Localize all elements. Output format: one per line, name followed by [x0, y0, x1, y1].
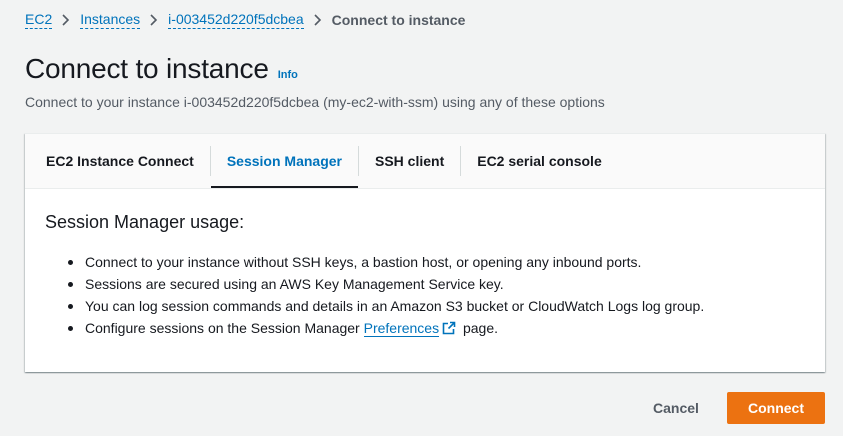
breadcrumb-current: Connect to instance — [331, 12, 466, 28]
tab-ec2-serial-console[interactable]: EC2 serial console — [461, 134, 618, 188]
tab-session-manager[interactable]: Session Manager — [210, 134, 359, 188]
list-item: You can log session commands and details… — [65, 295, 805, 317]
tab-ec2-instance-connect[interactable]: EC2 Instance Connect — [30, 134, 210, 188]
page-title: Connect to instance — [25, 53, 269, 84]
breadcrumb-instances[interactable]: Instances — [80, 11, 141, 29]
breadcrumb-instance-id[interactable]: i-003452d220f5dcbea — [168, 11, 304, 29]
info-link[interactable]: Info — [278, 69, 298, 81]
chevron-right-icon — [140, 14, 168, 26]
tab-ssh-client[interactable]: SSH client — [359, 134, 460, 188]
breadcrumb: EC2 Instances i-003452d220f5dcbea Connec… — [25, 11, 465, 29]
usage-list: Connect to your instance without SSH key… — [45, 251, 805, 341]
list-item-prefix: Configure sessions on the Session Manage… — [85, 320, 364, 336]
external-link-icon[interactable] — [442, 319, 456, 341]
list-item-suffix: page. — [459, 320, 499, 336]
page-header: Connect to instance Info — [25, 53, 298, 85]
connect-button[interactable]: Connect — [727, 392, 825, 424]
page: EC2 Instances i-003452d220f5dcbea Connec… — [0, 0, 843, 436]
session-manager-content: Session Manager usage: Connect to your i… — [25, 189, 825, 341]
connect-panel: EC2 Instance Connect Session Manager SSH… — [25, 133, 825, 372]
tab-bar: EC2 Instance Connect Session Manager SSH… — [25, 134, 825, 189]
chevron-right-icon — [304, 14, 332, 26]
list-item: Configure sessions on the Session Manage… — [65, 317, 805, 341]
list-item: Connect to your instance without SSH key… — [65, 251, 805, 273]
preferences-link[interactable]: Preferences — [363, 320, 440, 337]
page-subtitle: Connect to your instance i-003452d220f5d… — [25, 94, 605, 110]
usage-heading: Session Manager usage: — [45, 212, 245, 232]
list-item: Sessions are secured using an AWS Key Ma… — [65, 273, 805, 295]
chevron-right-icon — [52, 14, 80, 26]
breadcrumb-ec2[interactable]: EC2 — [25, 11, 53, 29]
cancel-button[interactable]: Cancel — [636, 392, 716, 424]
